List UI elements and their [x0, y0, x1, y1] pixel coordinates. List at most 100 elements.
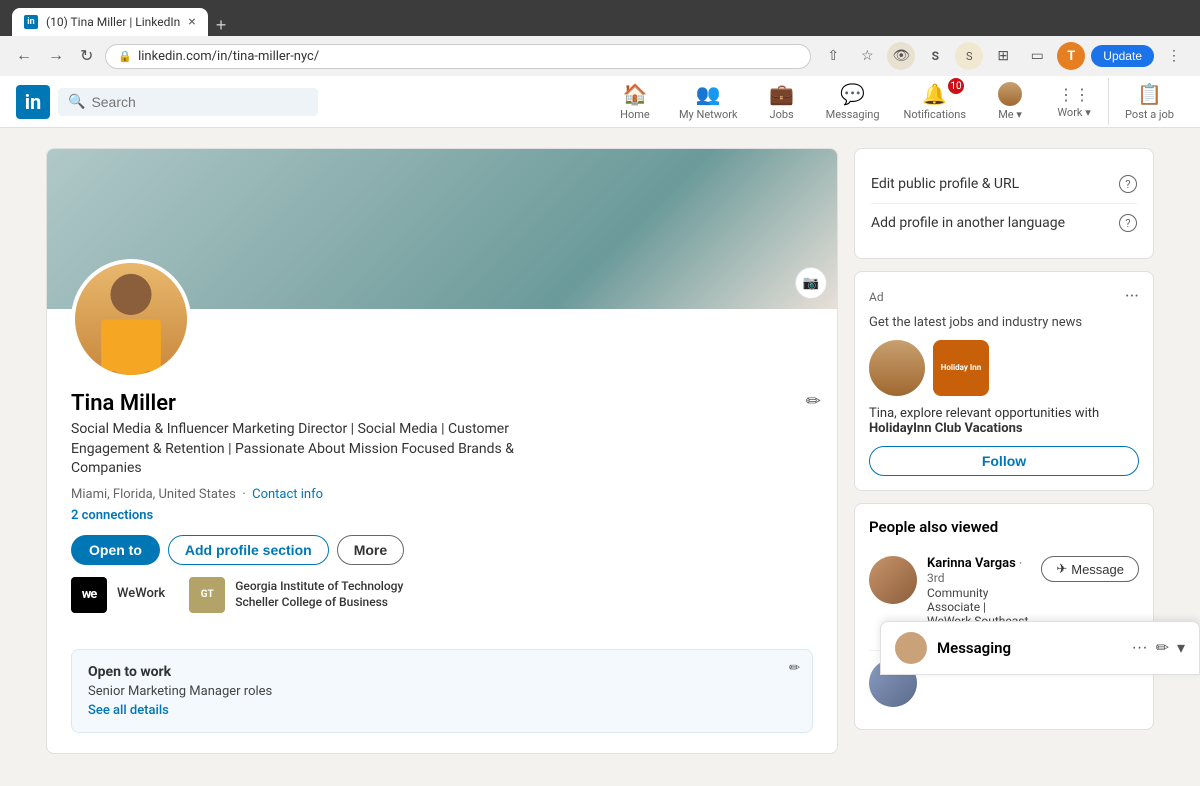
- gatech-logo: GT: [189, 577, 225, 613]
- gatech-name: Georgia Institute of Technology Scheller…: [235, 579, 435, 610]
- ad-header: Ad ···: [869, 286, 1139, 307]
- linkedin-header: in 🔍 🏠 Home 👥 My Network 💼 Jobs 💬 Messag…: [0, 76, 1200, 128]
- ad-profile-avatar: [869, 340, 925, 396]
- nav-jobs-label: Jobs: [770, 108, 794, 121]
- messaging-icon: 💬: [840, 82, 865, 106]
- message-icon: ✈: [1056, 561, 1067, 577]
- new-tab-button[interactable]: +: [208, 15, 235, 36]
- nav-post-job[interactable]: 📋 Post a job: [1108, 78, 1184, 125]
- help-icon-1: ?: [1119, 175, 1137, 193]
- linkedin-logo-text: in: [25, 90, 42, 114]
- see-all-details-link[interactable]: See all details: [88, 703, 796, 718]
- open-to-button[interactable]: Open to: [71, 535, 160, 565]
- share-icon[interactable]: ⇧: [819, 42, 847, 70]
- profile-photo-area: [71, 259, 191, 379]
- profile-links-card: Edit public profile & URL ? Add profile …: [854, 148, 1154, 259]
- profile-column: 📷: [46, 148, 838, 766]
- messaging-header[interactable]: Messaging ··· ✏ ▾: [881, 622, 1199, 674]
- profile-location: Miami, Florida, United States · Contact …: [71, 487, 813, 502]
- nav-notifications[interactable]: 🔔 10 Notifications: [894, 78, 977, 125]
- browser-chrome: in (10) Tina Miller | LinkedIn × + ← → ↻…: [0, 0, 1200, 76]
- extension2-icon[interactable]: S: [921, 42, 949, 70]
- add-profile-language-link[interactable]: Add profile in another language ?: [871, 204, 1137, 242]
- work-icon: ⋮⋮: [1058, 85, 1090, 104]
- profile-avatar[interactable]: T: [1057, 42, 1085, 70]
- browser-tab[interactable]: in (10) Tina Miller | LinkedIn ×: [12, 8, 208, 36]
- toolbar-actions: ⇧ ☆ 👁 S S ⊞ ▭ T Update ⋮: [819, 42, 1188, 70]
- edit-public-profile-label: Edit public profile & URL: [871, 176, 1019, 192]
- ad-message-prefix: Tina, explore relevant opportunities wit…: [869, 406, 1099, 421]
- open-to-work-role: Senior Marketing Manager roles: [88, 684, 796, 699]
- karinna-name: Karinna Vargas · 3rd: [927, 556, 1031, 586]
- nav-notifications-label: Notifications: [904, 108, 967, 121]
- nav-me[interactable]: Me ▾: [980, 78, 1040, 125]
- menu-icon[interactable]: ⋮: [1160, 42, 1188, 70]
- messaging-title: Messaging: [937, 639, 1122, 657]
- ad-company-name: HolidayInn Club Vacations: [869, 421, 1023, 436]
- network-icon: 👥: [696, 82, 721, 106]
- more-button[interactable]: More: [337, 535, 404, 565]
- home-icon: 🏠: [623, 82, 648, 106]
- open-to-work-title: Open to work: [88, 664, 796, 680]
- wework-badge[interactable]: we WeWork: [71, 577, 165, 613]
- people-also-viewed-title: People also viewed: [869, 518, 1139, 536]
- add-profile-language-label: Add profile in another language: [871, 215, 1065, 231]
- search-icon: 🔍: [68, 94, 85, 110]
- extension-icon[interactable]: 👁: [887, 42, 915, 70]
- forward-button[interactable]: →: [44, 45, 68, 67]
- banner-edit-button[interactable]: 📷: [795, 267, 827, 299]
- ad-options-button[interactable]: ···: [1125, 286, 1139, 307]
- nav-network[interactable]: 👥 My Network: [669, 78, 748, 125]
- karinna-avatar: [869, 556, 917, 604]
- connections-link[interactable]: 2 connections: [71, 508, 813, 523]
- search-input[interactable]: [91, 94, 308, 110]
- update-button[interactable]: Update: [1091, 45, 1154, 67]
- linkedin-logo[interactable]: in: [16, 85, 50, 119]
- me-avatar: [998, 82, 1022, 106]
- nav-network-label: My Network: [679, 108, 738, 121]
- profile-actions: Open to Add profile section More: [71, 535, 813, 565]
- extensions-icon[interactable]: ⊞: [989, 42, 1017, 70]
- help-icon-2: ?: [1119, 214, 1137, 232]
- tab-favicon: in: [24, 15, 38, 29]
- notifications-badge: 10: [948, 78, 964, 94]
- nav-home[interactable]: 🏠 Home: [605, 78, 665, 125]
- messaging-bar[interactable]: Messaging ··· ✏ ▾: [880, 621, 1200, 675]
- add-profile-section-button[interactable]: Add profile section: [168, 535, 329, 565]
- back-button[interactable]: ←: [12, 45, 36, 67]
- bookmark-icon[interactable]: ☆: [853, 42, 881, 70]
- lock-icon: 🔒: [118, 50, 132, 63]
- address-bar[interactable]: 🔒 linkedin.com/in/tina-miller-nyc/: [105, 44, 811, 69]
- camera-icon: 📷: [803, 275, 820, 291]
- karinna-message-button[interactable]: ✈ Message: [1041, 556, 1139, 582]
- open-to-work-edit-button[interactable]: ✏: [789, 660, 800, 676]
- nav-jobs[interactable]: 💼 Jobs: [752, 78, 812, 125]
- address-text: linkedin.com/in/tina-miller-nyc/: [138, 49, 319, 64]
- nav-post-job-label: Post a job: [1125, 108, 1174, 121]
- cast-icon[interactable]: ▭: [1023, 42, 1051, 70]
- messaging-collapse-button[interactable]: ▾: [1177, 638, 1185, 658]
- nav-me-label: Me ▾: [998, 108, 1022, 121]
- extension3-icon[interactable]: S: [955, 42, 983, 70]
- ad-promo-text: Get the latest jobs and industry news: [869, 315, 1139, 330]
- messaging-options-button[interactable]: ···: [1132, 639, 1148, 657]
- ad-label: Ad: [869, 290, 884, 304]
- contact-info-link[interactable]: Contact info: [252, 487, 323, 502]
- tab-close-button[interactable]: ×: [188, 14, 195, 30]
- edit-public-profile-link[interactable]: Edit public profile & URL ?: [871, 165, 1137, 204]
- messaging-compose-button[interactable]: ✏: [1156, 638, 1169, 658]
- search-container[interactable]: 🔍: [58, 88, 318, 116]
- browser-toolbar: ← → ↻ 🔒 linkedin.com/in/tina-miller-nyc/…: [0, 36, 1200, 76]
- gatech-badge[interactable]: GT Georgia Institute of Technology Schel…: [189, 577, 435, 613]
- profile-headline: Social Media & Influencer Marketing Dire…: [71, 420, 551, 479]
- ad-follow-button[interactable]: Follow: [869, 446, 1139, 476]
- notifications-icon: 🔔: [922, 82, 947, 106]
- avatar-svg: [75, 263, 187, 375]
- nav-work[interactable]: ⋮⋮ Work ▾: [1044, 81, 1104, 123]
- post-job-icon: 📋: [1137, 82, 1162, 106]
- profile-edit-button[interactable]: ✏: [806, 391, 821, 412]
- reload-button[interactable]: ↻: [76, 44, 97, 68]
- profile-info-section: ✏ Tina Miller Social Media & Influencer …: [47, 383, 837, 637]
- ad-card: Ad ··· Get the latest jobs and industry …: [854, 271, 1154, 491]
- nav-messaging[interactable]: 💬 Messaging: [816, 78, 890, 125]
